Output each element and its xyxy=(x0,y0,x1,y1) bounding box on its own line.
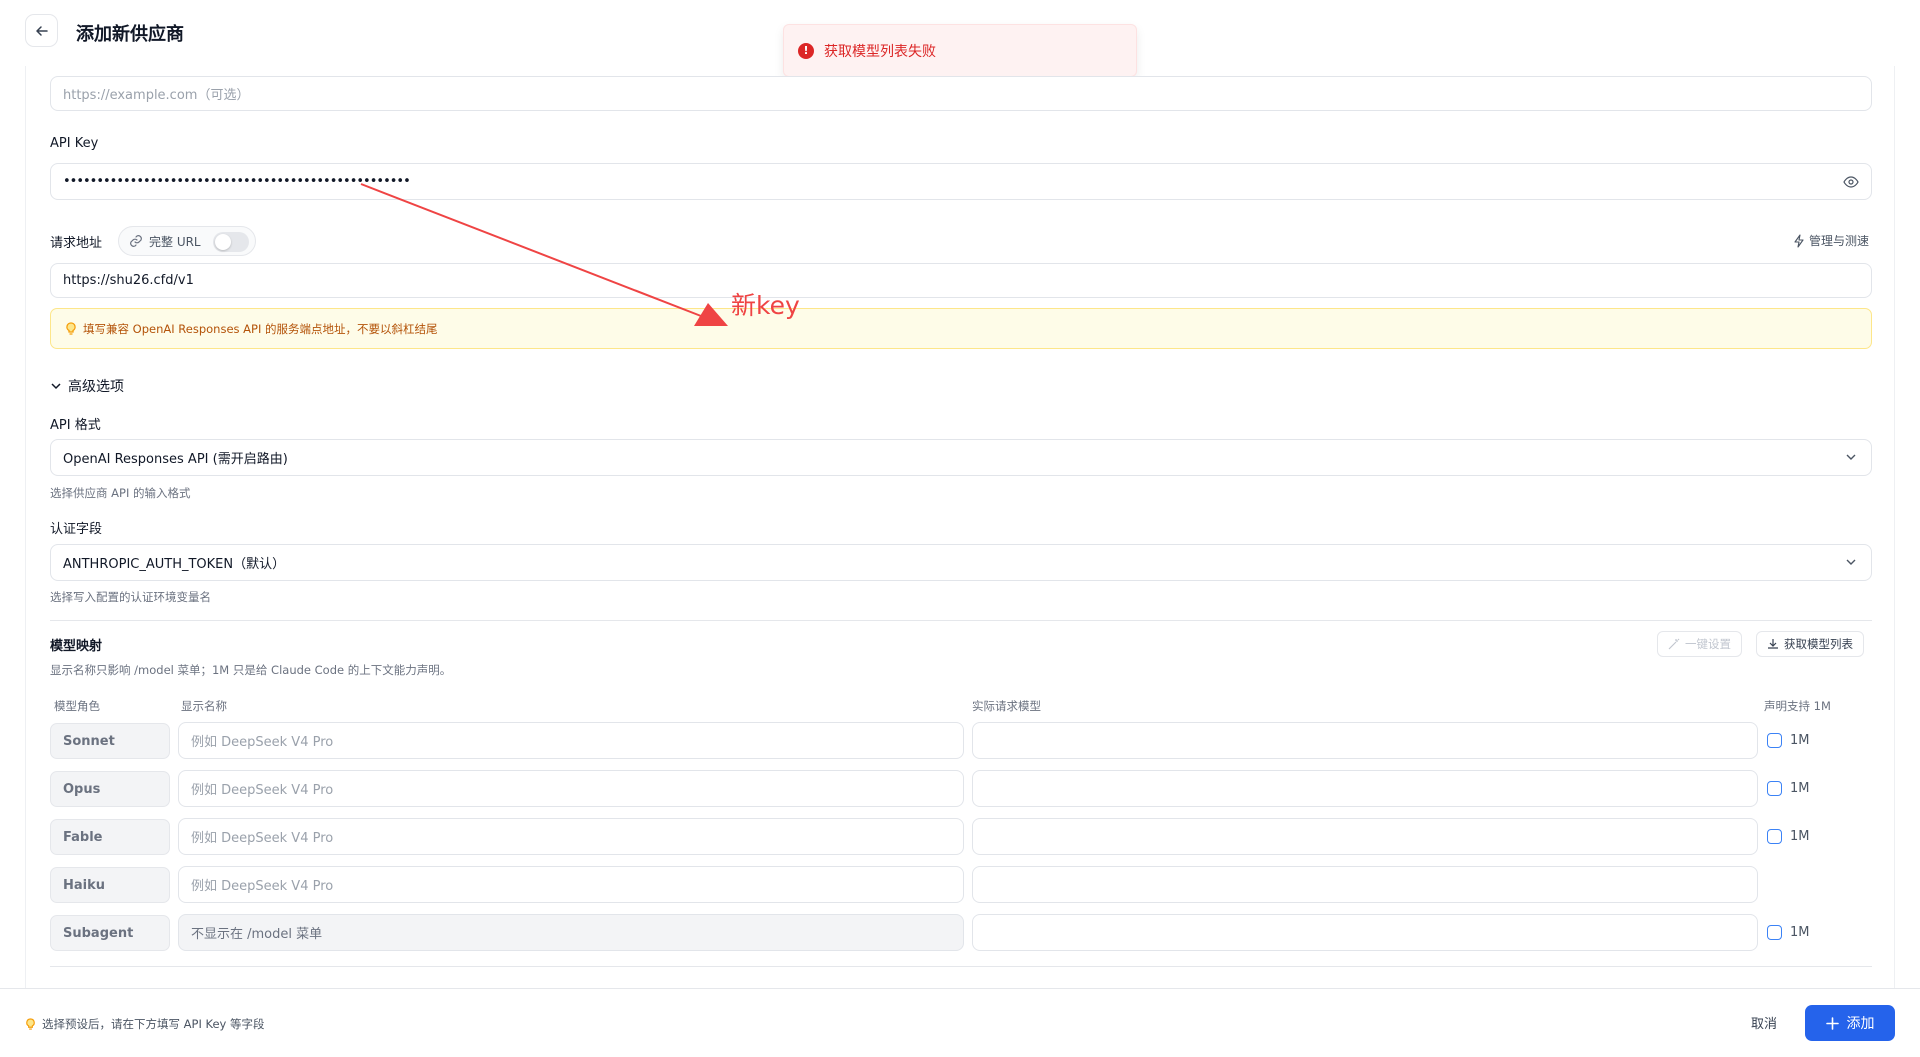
role-cell: Haiku xyxy=(50,867,170,903)
display-name-placeholder: 例如 DeepSeek V4 Pro xyxy=(191,879,334,894)
download-icon xyxy=(1768,639,1778,649)
actual-model-input[interactable] xyxy=(972,818,1758,855)
annotation-arrow xyxy=(360,183,728,326)
display-name-input: 不显示在 /model 菜单 xyxy=(178,914,964,951)
endpoint-value: https://shu26.cfd/v1 xyxy=(63,273,194,288)
api-key-label: API Key xyxy=(50,136,99,151)
auth-field-value: ANTHROPIC_AUTH_TOKEN（默认） xyxy=(63,557,286,572)
auth-field-select[interactable]: ANTHROPIC_AUTH_TOKEN（默认） xyxy=(50,544,1872,581)
one-click-setup-label: 一键设置 xyxy=(1685,637,1731,651)
divider xyxy=(50,620,1872,621)
website-url-input[interactable]: https://example.com（可选） xyxy=(50,76,1872,111)
arrow-left-icon xyxy=(35,25,48,36)
one-click-setup-button[interactable]: 一键设置 xyxy=(1657,631,1742,657)
support-1m-checkbox[interactable] xyxy=(1767,781,1782,796)
display-name-placeholder: 不显示在 /model 菜单 xyxy=(191,927,323,942)
website-url-placeholder: https://example.com（可选） xyxy=(63,88,250,103)
divider xyxy=(50,966,1872,967)
lightning-icon xyxy=(1794,233,1804,248)
toast-message: 获取模型列表失败 xyxy=(824,43,936,60)
support-1m-checkbox-wrap[interactable]: 1M xyxy=(1767,781,1810,796)
add-label: 添加 xyxy=(1846,1016,1875,1032)
display-name-placeholder: 例如 DeepSeek V4 Pro xyxy=(191,831,334,846)
support-1m-label: 1M xyxy=(1790,829,1810,844)
magic-wand-icon xyxy=(1668,638,1680,650)
annotation-text: 新key xyxy=(731,291,800,320)
support-1m-checkbox-wrap[interactable]: 1M xyxy=(1767,829,1810,844)
support-1m-checkbox-wrap[interactable]: 1M xyxy=(1767,925,1810,940)
error-icon: ! xyxy=(798,42,814,59)
model-mapping-title: 模型映射 xyxy=(50,639,103,654)
actual-model-input[interactable] xyxy=(972,914,1758,951)
manage-speedtest-label: 管理与测速 xyxy=(1808,234,1869,248)
full-url-toggle[interactable]: 完整 URL xyxy=(118,226,256,256)
back-button[interactable] xyxy=(25,14,58,47)
display-name-input[interactable]: 例如 DeepSeek V4 Pro xyxy=(178,770,964,807)
display-name-placeholder: 例如 DeepSeek V4 Pro xyxy=(191,735,334,750)
lightbulb-icon xyxy=(66,321,76,335)
footer-hint: 选择预设后，请在下方填写 API Key 等字段 xyxy=(25,1016,265,1032)
actual-model-input[interactable] xyxy=(972,770,1758,807)
support-1m-label: 1M xyxy=(1790,781,1810,796)
col-head-actual-model: 实际请求模型 xyxy=(972,699,1041,713)
actual-model-input[interactable] xyxy=(972,866,1758,903)
page-title: 添加新供应商 xyxy=(76,24,184,45)
add-button[interactable]: 添加 xyxy=(1805,1005,1895,1041)
endpoint-label: 请求地址 xyxy=(50,236,103,251)
advanced-options-toggle[interactable]: 高级选项 xyxy=(50,376,124,396)
provider-form: https://example.com（可选） API Key ••••••••… xyxy=(25,66,1895,988)
display-name-input[interactable]: 例如 DeepSeek V4 Pro xyxy=(178,818,964,855)
plus-icon xyxy=(1825,1016,1839,1030)
col-head-support-1m: 声明支持 1M xyxy=(1764,699,1831,713)
display-name-input[interactable]: 例如 DeepSeek V4 Pro xyxy=(178,722,964,759)
lightbulb-icon xyxy=(26,1017,35,1030)
role-cell: Subagent xyxy=(50,915,170,951)
api-format-label: API 格式 xyxy=(50,418,101,433)
eye-icon[interactable] xyxy=(1843,175,1859,189)
chevron-down-icon xyxy=(1846,454,1856,460)
col-head-display-name: 显示名称 xyxy=(181,699,227,713)
link-icon xyxy=(130,235,142,247)
cancel-button[interactable]: 取消 xyxy=(1738,1005,1790,1039)
role-cell: Sonnet xyxy=(50,723,170,759)
auth-field-hint: 选择写入配置的认证环境变量名 xyxy=(50,590,211,604)
actual-model-input[interactable] xyxy=(972,722,1758,759)
role-cell: Opus xyxy=(50,771,170,807)
api-format-select[interactable]: OpenAI Responses API (需开启路由) xyxy=(50,439,1872,476)
display-name-placeholder: 例如 DeepSeek V4 Pro xyxy=(191,783,334,798)
footer-bar: 选择预设后，请在下方填写 API Key 等字段 取消 添加 xyxy=(0,988,1920,1057)
auth-field-label: 认证字段 xyxy=(50,522,103,537)
api-key-input[interactable]: ••••••••••••••••••••••••••••••••••••••••… xyxy=(50,163,1872,200)
api-format-hint: 选择供应商 API 的输入格式 xyxy=(50,486,191,500)
fetch-models-button[interactable]: 获取模型列表 xyxy=(1756,631,1864,657)
display-name-input[interactable]: 例如 DeepSeek V4 Pro xyxy=(178,866,964,903)
footer-hint-text: 选择预设后，请在下方填写 API Key 等字段 xyxy=(42,1017,265,1031)
chevron-down-icon xyxy=(51,383,61,390)
support-1m-checkbox[interactable] xyxy=(1767,829,1782,844)
support-1m-label: 1M xyxy=(1790,733,1810,748)
support-1m-label: 1M xyxy=(1790,925,1810,940)
support-1m-checkbox[interactable] xyxy=(1767,925,1782,940)
advanced-options-label: 高级选项 xyxy=(68,379,124,395)
endpoint-input[interactable]: https://shu26.cfd/v1 xyxy=(50,263,1872,298)
model-mapping-hint: 显示名称只影响 /model 菜单；1M 只是给 Claude Code 的上下… xyxy=(50,663,452,677)
endpoint-warning: 填写兼容 OpenAI Responses API 的服务端点地址，不要以斜杠结… xyxy=(50,308,1872,349)
col-head-role: 模型角色 xyxy=(54,699,100,713)
support-1m-checkbox-wrap[interactable]: 1M xyxy=(1767,733,1810,748)
role-cell: Fable xyxy=(50,819,170,855)
api-format-value: OpenAI Responses API (需开启路由) xyxy=(63,452,288,467)
manage-speedtest-link[interactable]: 管理与测速 xyxy=(1793,232,1869,249)
support-1m-checkbox[interactable] xyxy=(1767,733,1782,748)
full-url-switch[interactable] xyxy=(213,232,249,252)
chevron-down-icon xyxy=(1846,559,1856,565)
full-url-label: 完整 URL xyxy=(149,234,201,249)
fetch-models-label: 获取模型列表 xyxy=(1784,637,1853,651)
